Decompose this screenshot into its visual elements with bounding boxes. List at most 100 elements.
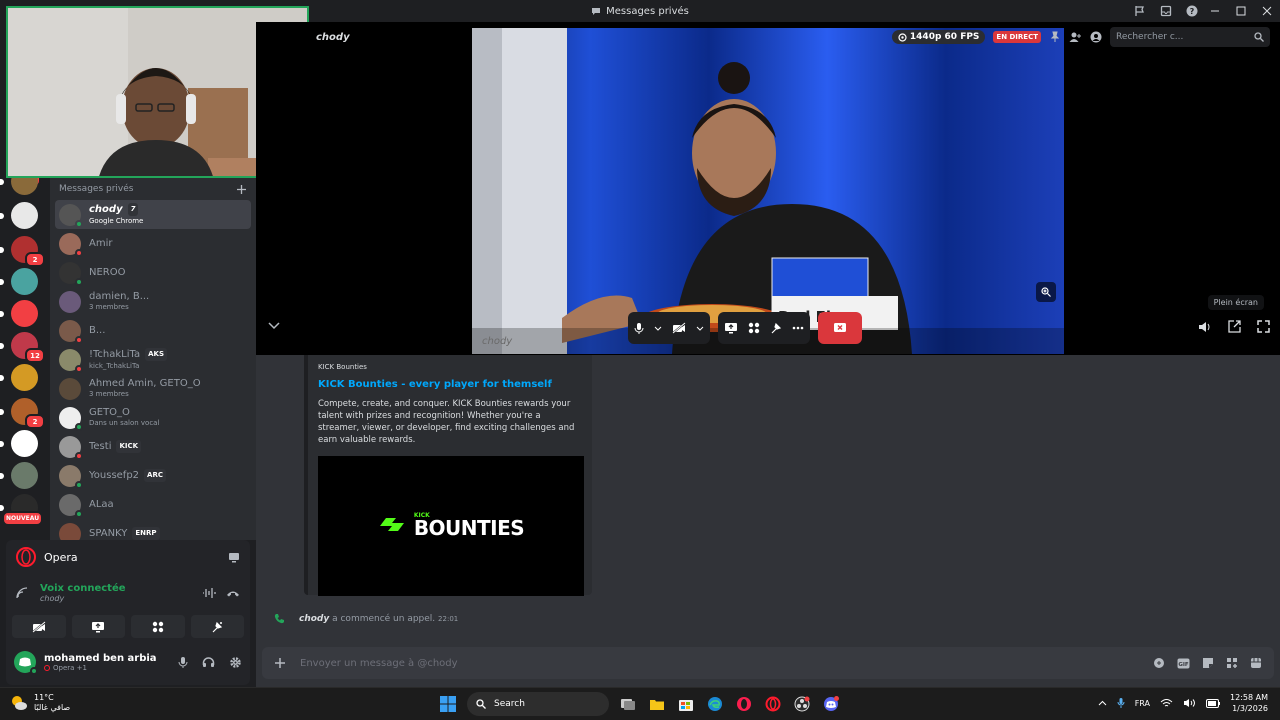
dm-item[interactable]: Youssefp2 ARC bbox=[55, 461, 251, 490]
status-dot bbox=[75, 451, 83, 460]
opera-icon-taskbar[interactable] bbox=[763, 694, 783, 714]
fullscreen-icon[interactable] bbox=[1257, 320, 1270, 333]
user-name[interactable]: mohamed ben arbia bbox=[44, 653, 157, 664]
settings-gear-icon[interactable] bbox=[229, 656, 242, 669]
dm-item[interactable]: damien, B... 3 membres bbox=[55, 287, 251, 316]
microphone-icon[interactable] bbox=[178, 656, 188, 669]
gif-icon[interactable]: GIF bbox=[1177, 657, 1190, 669]
leave-stream-button[interactable] bbox=[818, 312, 862, 344]
dm-item[interactable]: Testi KICK bbox=[55, 432, 251, 461]
camera-off-icon[interactable] bbox=[672, 322, 686, 334]
status-dot bbox=[75, 335, 83, 344]
call-time: 22:01 bbox=[438, 614, 459, 623]
minimize-icon[interactable] bbox=[1210, 6, 1220, 16]
speaker-icon[interactable] bbox=[1183, 698, 1196, 708]
server-icon[interactable] bbox=[11, 268, 38, 295]
embed-provider[interactable]: KICK Bounties bbox=[318, 363, 582, 371]
share-screen-button[interactable] bbox=[71, 615, 125, 638]
gift-icon[interactable] bbox=[1153, 657, 1165, 669]
message-composer[interactable]: Envoyer un message à @chody GIF bbox=[262, 647, 1274, 679]
weather-temp: 11°C bbox=[34, 693, 54, 702]
collapse-chevron-icon[interactable] bbox=[268, 322, 280, 330]
zoom-icon[interactable] bbox=[1036, 282, 1056, 302]
tray-mic-icon[interactable] bbox=[1117, 697, 1125, 709]
server-icon[interactable] bbox=[11, 300, 38, 327]
mic-button[interactable] bbox=[634, 322, 644, 335]
obs-icon[interactable] bbox=[792, 694, 812, 714]
call-user[interactable]: chody bbox=[299, 614, 329, 624]
popout-icon[interactable] bbox=[1228, 320, 1241, 333]
signal-icon[interactable] bbox=[16, 587, 30, 599]
clock[interactable]: 12:58 AM 1/3/2026 bbox=[1230, 692, 1268, 714]
dm-item[interactable]: ALaa bbox=[55, 490, 251, 519]
dm-item[interactable]: Ahmed Amin, GETO_O 3 membres bbox=[55, 374, 251, 403]
maximize-icon[interactable] bbox=[1236, 6, 1246, 16]
dm-item[interactable]: NEROO bbox=[55, 258, 251, 287]
dm-item[interactable]: chody 7 Google Chrome bbox=[55, 200, 251, 229]
screen-share-button[interactable] bbox=[724, 322, 738, 334]
sticker-icon[interactable] bbox=[1202, 657, 1214, 669]
volume-icon[interactable] bbox=[1198, 320, 1212, 333]
add-friend-icon[interactable] bbox=[1069, 31, 1082, 43]
dm-item[interactable]: Amir bbox=[55, 229, 251, 258]
user-avatar[interactable] bbox=[14, 651, 38, 675]
edge-icon[interactable] bbox=[705, 694, 725, 714]
store-icon[interactable] bbox=[676, 694, 696, 714]
file-explorer-icon[interactable] bbox=[647, 694, 667, 714]
tray-chevron-up-icon[interactable] bbox=[1098, 700, 1107, 706]
task-view-icon[interactable] bbox=[618, 694, 638, 714]
server-icon[interactable] bbox=[11, 202, 38, 229]
apps-icon[interactable] bbox=[1226, 657, 1238, 669]
dm-item[interactable]: !TchakLiTa AKS kick_TchakLiTa bbox=[55, 345, 251, 374]
inbox-icon[interactable] bbox=[1160, 5, 1172, 17]
stream-viewer[interactable]: Red Flags chody chody 1440p 60 FPS EN DI… bbox=[256, 22, 1280, 355]
wifi-icon[interactable] bbox=[1160, 698, 1173, 708]
server-unread-pip bbox=[0, 375, 4, 381]
opera-gx-icon[interactable] bbox=[734, 694, 754, 714]
stream-video[interactable]: Red Flags chody bbox=[472, 28, 1064, 354]
flag-icon[interactable] bbox=[1134, 5, 1146, 17]
help-icon[interactable]: ? bbox=[1186, 5, 1198, 17]
taskbar-search[interactable]: Search bbox=[467, 692, 609, 716]
dm-avatar bbox=[59, 493, 83, 518]
soundboard-button[interactable] bbox=[190, 615, 244, 638]
more-options-icon[interactable] bbox=[792, 326, 804, 330]
camera-options-chevron-icon[interactable] bbox=[696, 326, 704, 331]
embed-image[interactable]: KICK BOUNTIES bbox=[318, 456, 584, 596]
voice-connected-label[interactable]: Voix connectée bbox=[40, 583, 126, 594]
composer-icons: GIF bbox=[1153, 657, 1262, 669]
dm-subtitle: Dans un salon vocal bbox=[89, 418, 160, 427]
search-placeholder: Rechercher c... bbox=[1116, 32, 1184, 42]
pin-icon[interactable] bbox=[1049, 31, 1061, 43]
battery-icon[interactable] bbox=[1206, 698, 1221, 708]
weather-widget[interactable]: 11°C صافي غالبًا bbox=[10, 693, 70, 713]
dm-item[interactable]: SPANKY ENRP bbox=[55, 519, 251, 540]
camera-off-button[interactable] bbox=[12, 615, 66, 638]
language-indicator[interactable]: FRA bbox=[1135, 699, 1150, 708]
close-icon[interactable] bbox=[1262, 6, 1272, 16]
mic-options-chevron-icon[interactable] bbox=[654, 326, 662, 331]
disconnect-icon[interactable] bbox=[226, 588, 240, 598]
attach-plus-icon[interactable] bbox=[274, 657, 286, 669]
system-tray: FRA 12:58 AM 1/3/2026 bbox=[1098, 692, 1268, 714]
noise-suppression-icon[interactable] bbox=[202, 587, 216, 599]
server-icon[interactable] bbox=[11, 462, 38, 489]
discord-icon[interactable] bbox=[821, 694, 841, 714]
activities-button[interactable] bbox=[131, 615, 185, 638]
dm-item[interactable]: GETO_O Dans un salon vocal bbox=[55, 403, 251, 432]
server-icon[interactable] bbox=[11, 364, 38, 391]
profile-icon[interactable] bbox=[1090, 31, 1102, 43]
headphones-icon[interactable] bbox=[202, 656, 215, 669]
dm-item[interactable]: B... bbox=[55, 316, 251, 345]
search-box[interactable]: Rechercher c... bbox=[1110, 27, 1270, 47]
activities-icon[interactable] bbox=[748, 322, 760, 334]
embed-title[interactable]: KICK Bounties - every player for themsel… bbox=[318, 379, 582, 390]
emoji-icon[interactable] bbox=[1250, 657, 1262, 669]
server-icon[interactable] bbox=[11, 430, 38, 457]
server-unread-pip bbox=[0, 311, 4, 317]
plus-icon[interactable] bbox=[237, 184, 246, 194]
windows-start-icon[interactable] bbox=[438, 694, 458, 714]
status-dot bbox=[75, 219, 83, 228]
screen-share-icon[interactable] bbox=[228, 552, 240, 563]
soundboard-icon[interactable] bbox=[770, 322, 782, 334]
